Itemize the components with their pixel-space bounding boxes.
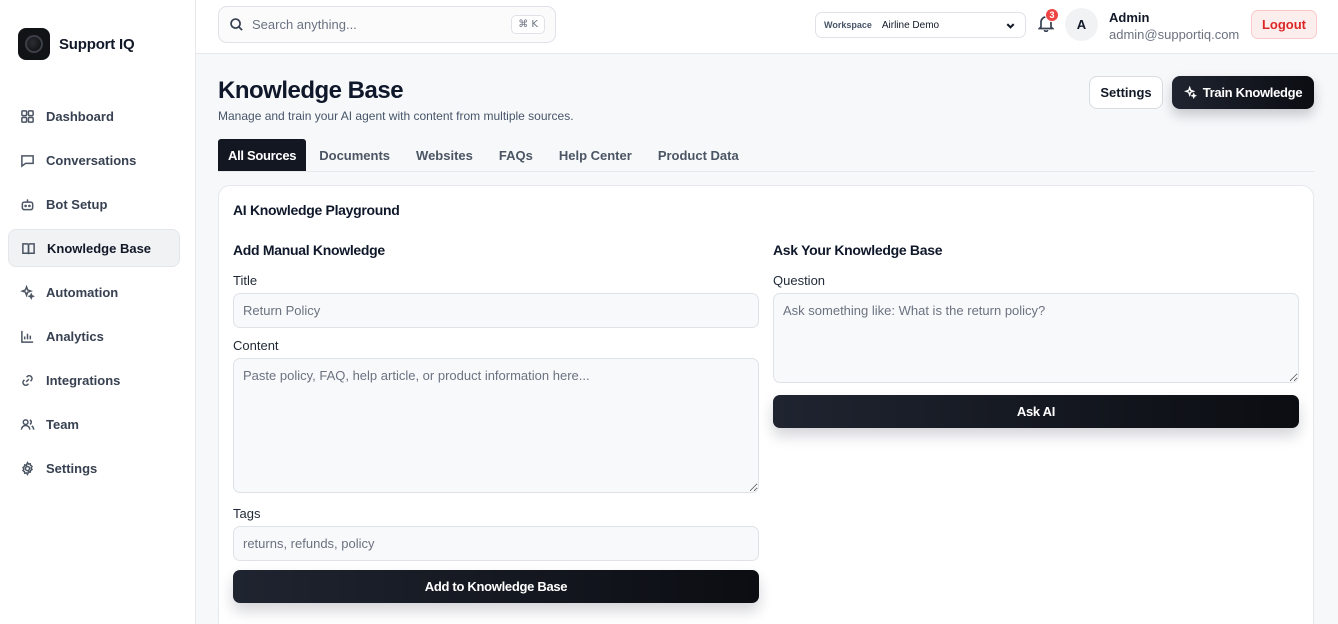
sidebar-nav: Dashboard Conversations Bot Setup Knowle… xyxy=(8,97,180,493)
grid-icon xyxy=(21,109,34,123)
sidebar: Support IQ Dashboard Conversations Bot S… xyxy=(0,0,196,624)
add-to-knowledge-base-button[interactable]: Add to Knowledge Base xyxy=(233,570,759,603)
avatar[interactable]: A xyxy=(1065,8,1098,41)
question-label: Question xyxy=(773,273,826,288)
sidebar-item-label: Automation xyxy=(46,284,119,300)
topbar: ⌘ K Workspace Airline Demo 3 A Admin adm… xyxy=(196,0,1338,54)
brand-logo xyxy=(18,28,50,60)
brand[interactable]: Support IQ xyxy=(18,28,135,60)
title-label: Title xyxy=(233,273,258,288)
sidebar-item-label: Team xyxy=(46,416,79,432)
content-label: Content xyxy=(233,338,279,353)
chevron-down-icon xyxy=(1006,23,1015,29)
question-textarea[interactable] xyxy=(773,293,1299,383)
page-title: Knowledge Base xyxy=(218,77,404,104)
tab-product-data[interactable]: Product Data xyxy=(645,139,752,171)
knowledge-playground-panel: AI Knowledge Playground Add Manual Knowl… xyxy=(218,185,1314,624)
tags-input[interactable] xyxy=(233,526,759,561)
link-icon xyxy=(22,374,33,386)
search-icon xyxy=(230,18,243,31)
brand-name: Support IQ xyxy=(59,35,135,53)
sidebar-item-team[interactable]: Team xyxy=(8,405,180,443)
panel-title: AI Knowledge Playground xyxy=(233,202,400,218)
train-knowledge-label: Train Knowledge xyxy=(1202,85,1303,100)
source-tabs: All Sources Documents Websites FAQs Help… xyxy=(218,139,1314,172)
sidebar-item-bot-setup[interactable]: Bot Setup xyxy=(8,185,180,223)
add-manual-knowledge-title: Add Manual Knowledge xyxy=(233,242,385,258)
title-input[interactable] xyxy=(233,293,759,328)
gear-icon xyxy=(22,460,33,476)
tags-label: Tags xyxy=(233,506,261,521)
sidebar-item-conversations[interactable]: Conversations xyxy=(8,141,180,179)
sidebar-item-label: Integrations xyxy=(46,372,121,388)
sidebar-item-analytics[interactable]: Analytics xyxy=(8,317,180,355)
search-box[interactable]: ⌘ K xyxy=(218,6,556,43)
user-name: Admin xyxy=(1109,10,1150,25)
sidebar-item-settings[interactable]: Settings xyxy=(8,449,180,487)
bar-chart-icon xyxy=(21,330,34,343)
workspace-value: Airline Demo xyxy=(881,19,940,31)
user-email: admin@supportiq.com xyxy=(1109,27,1240,42)
book-icon xyxy=(22,242,35,254)
workspace-label: Workspace xyxy=(824,20,872,30)
workspace-select[interactable]: Workspace Airline Demo xyxy=(815,12,1026,38)
sidebar-item-label: Analytics xyxy=(46,328,104,344)
search-input[interactable] xyxy=(252,17,492,32)
tab-all-sources[interactable]: All Sources xyxy=(218,139,307,171)
page-subtitle: Manage and train your AI agent with cont… xyxy=(218,109,574,123)
bot-icon xyxy=(21,198,34,210)
tab-websites[interactable]: Websites xyxy=(403,139,486,171)
ask-knowledge-base-title: Ask Your Knowledge Base xyxy=(773,242,943,258)
chat-icon xyxy=(21,154,34,168)
sparkles-icon xyxy=(20,284,35,300)
settings-button[interactable]: Settings xyxy=(1089,76,1163,109)
sidebar-item-automation[interactable]: Automation xyxy=(8,273,180,311)
tab-faqs[interactable]: FAQs xyxy=(486,139,546,171)
sidebar-item-label: Dashboard xyxy=(46,108,114,124)
search-shortcut-hint: ⌘ K xyxy=(511,15,545,34)
users-icon xyxy=(20,418,35,430)
sidebar-item-integrations[interactable]: Integrations xyxy=(8,361,180,399)
sidebar-item-dashboard[interactable]: Dashboard xyxy=(8,97,180,135)
notification-count-badge: 3 xyxy=(1045,8,1059,22)
sidebar-item-label: Conversations xyxy=(46,152,137,168)
tab-help-center[interactable]: Help Center xyxy=(546,139,645,171)
sidebar-item-label: Settings xyxy=(46,460,98,476)
tab-documents[interactable]: Documents xyxy=(306,139,403,171)
sparkles-icon xyxy=(1183,86,1197,99)
logout-button[interactable]: Logout xyxy=(1251,10,1317,39)
sidebar-item-knowledge-base[interactable]: Knowledge Base xyxy=(8,229,180,267)
ask-ai-button[interactable]: Ask AI xyxy=(773,395,1299,428)
sidebar-item-label: Knowledge Base xyxy=(47,240,152,256)
sidebar-item-label: Bot Setup xyxy=(46,196,108,212)
content-textarea[interactable] xyxy=(233,358,759,493)
train-knowledge-button[interactable]: Train Knowledge xyxy=(1172,76,1314,109)
